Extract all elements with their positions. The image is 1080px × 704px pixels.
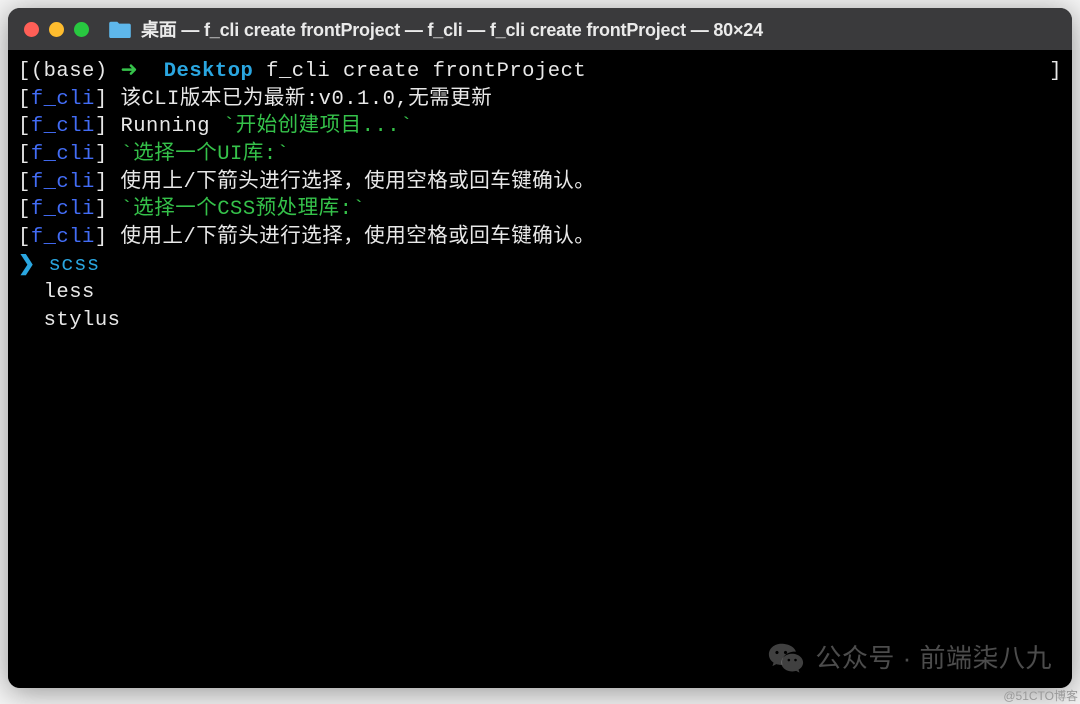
cli-tag: f_cli	[31, 226, 95, 249]
cli-tag: f_cli	[31, 143, 95, 166]
cli-tag: f_cli	[31, 115, 95, 138]
command-text: f_cli create frontProject	[253, 60, 586, 83]
watermark-text: 公众号 · 前端柒八九	[815, 641, 1052, 676]
titlebar[interactable]: 桌面 — f_cli create frontProject — f_cli —…	[8, 8, 1072, 50]
select-option[interactable]: stylus	[18, 307, 1062, 335]
cli-tag: f_cli	[31, 88, 95, 111]
prompt-line: [(base) ➜ Desktop f_cli create frontProj…	[18, 58, 1062, 86]
folder-icon	[109, 20, 131, 38]
output-line: [f_cli] Running `开始创建项目...`	[18, 113, 1062, 141]
option-label: less	[44, 281, 95, 304]
attribution-text: @51CTO博客	[1003, 687, 1078, 704]
select-option-selected[interactable]: ❯ scss	[18, 252, 1062, 280]
option-label: stylus	[44, 309, 121, 332]
output-line: [f_cli] `选择一个UI库:`	[18, 141, 1062, 169]
window-title: 桌面 — f_cli create frontProject — f_cli —…	[141, 16, 763, 42]
close-icon[interactable]	[24, 22, 39, 37]
output-line: [f_cli] 使用上/下箭头进行选择，使用空格或回车键确认。	[18, 169, 1062, 197]
prompt-arrow-icon: ➜	[120, 60, 163, 83]
output-line: [f_cli] 该CLI版本已为最新:v0.1.0,无需更新	[18, 86, 1062, 114]
maximize-icon[interactable]	[74, 22, 89, 37]
selector-pointer-icon: ❯	[18, 254, 36, 277]
option-label: scss	[49, 254, 100, 277]
cli-tag: f_cli	[31, 198, 95, 221]
prompt-cwd: Desktop	[164, 60, 254, 83]
prompt-env: (base)	[31, 60, 108, 83]
terminal-body[interactable]: ] [(base) ➜ Desktop f_cli create frontPr…	[8, 50, 1072, 688]
output-line: [f_cli] 使用上/下箭头进行选择，使用空格或回车键确认。	[18, 224, 1062, 252]
terminal-window: 桌面 — f_cli create frontProject — f_cli —…	[8, 8, 1072, 688]
minimize-icon[interactable]	[49, 22, 64, 37]
watermark: 公众号 · 前端柒八九	[767, 640, 1052, 678]
cli-tag: f_cli	[31, 171, 95, 194]
select-option[interactable]: less	[18, 279, 1062, 307]
output-line: [f_cli] `选择一个CSS预处理库:`	[18, 196, 1062, 224]
traffic-lights	[24, 22, 89, 37]
right-bracket: ]	[1049, 58, 1062, 86]
wechat-icon	[767, 640, 805, 678]
